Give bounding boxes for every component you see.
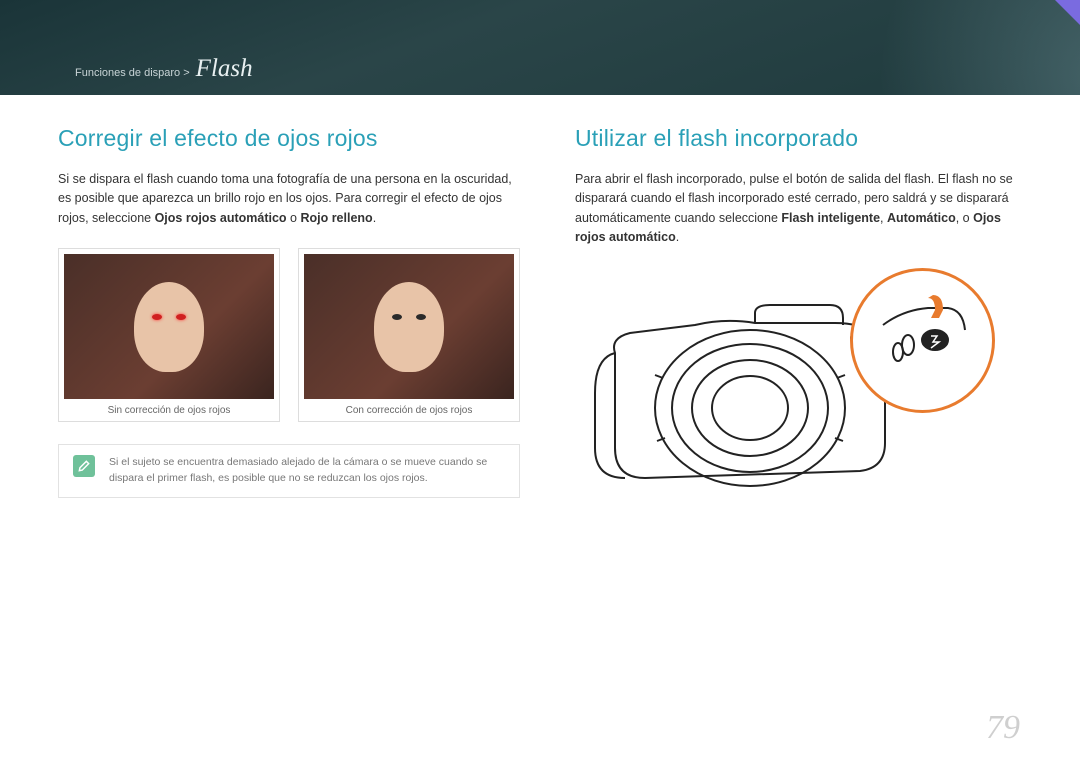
text-span: , o	[956, 211, 973, 225]
caption-b: Con corrección de ojos rojos	[304, 399, 514, 416]
breadcrumb-main: Flash	[196, 55, 253, 83]
thumb-without-correction: Sin corrección de ojos rojos	[58, 248, 280, 422]
right-paragraph: Para abrir el flash incorporado, pulse e…	[575, 170, 1022, 248]
heading-builtin-flash: Utilizar el flash incorporado	[575, 125, 1022, 152]
note-pen-icon	[73, 455, 95, 477]
flash-button-detail-icon	[873, 290, 973, 390]
bold-option-1: Flash inteligente	[781, 211, 880, 225]
text-span: ,	[880, 211, 887, 225]
face-icon	[134, 282, 204, 372]
photo-red-eye	[64, 254, 274, 399]
thumb-with-correction: Con corrección de ojos rojos	[298, 248, 520, 422]
bold-option-2: Rojo relleno	[300, 211, 372, 225]
thumbnail-row: Sin corrección de ojos rojos Con correcc…	[58, 248, 520, 422]
text-span: .	[676, 230, 679, 244]
page-number: 79	[986, 709, 1020, 747]
camera-illustration	[575, 263, 1015, 503]
left-paragraph: Si se dispara el flash cuando toma una f…	[58, 170, 520, 228]
photo-corrected	[304, 254, 514, 399]
bold-option-2: Automático	[887, 211, 956, 225]
content-area: Corregir el efecto de ojos rojos Si se d…	[0, 95, 1080, 503]
flash-button-callout	[850, 268, 995, 413]
heading-red-eye: Corregir el efecto de ojos rojos	[58, 125, 520, 152]
face-icon	[374, 282, 444, 372]
caption-a: Sin corrección de ojos rojos	[64, 399, 274, 416]
text-span: o	[287, 211, 301, 225]
note-box: Si el sujeto se encuentra demasiado alej…	[58, 444, 520, 498]
left-column: Corregir el efecto de ojos rojos Si se d…	[58, 125, 520, 503]
breadcrumb-prefix: Funciones de disparo >	[75, 67, 190, 79]
note-text: Si el sujeto se encuentra demasiado alej…	[109, 455, 505, 487]
breadcrumb: Funciones de disparo > Flash	[75, 55, 1080, 83]
page-header: Funciones de disparo > Flash	[0, 0, 1080, 95]
text-span: .	[373, 211, 376, 225]
bold-option-1: Ojos rojos automático	[155, 211, 287, 225]
right-column: Utilizar el flash incorporado Para abrir…	[575, 125, 1022, 503]
